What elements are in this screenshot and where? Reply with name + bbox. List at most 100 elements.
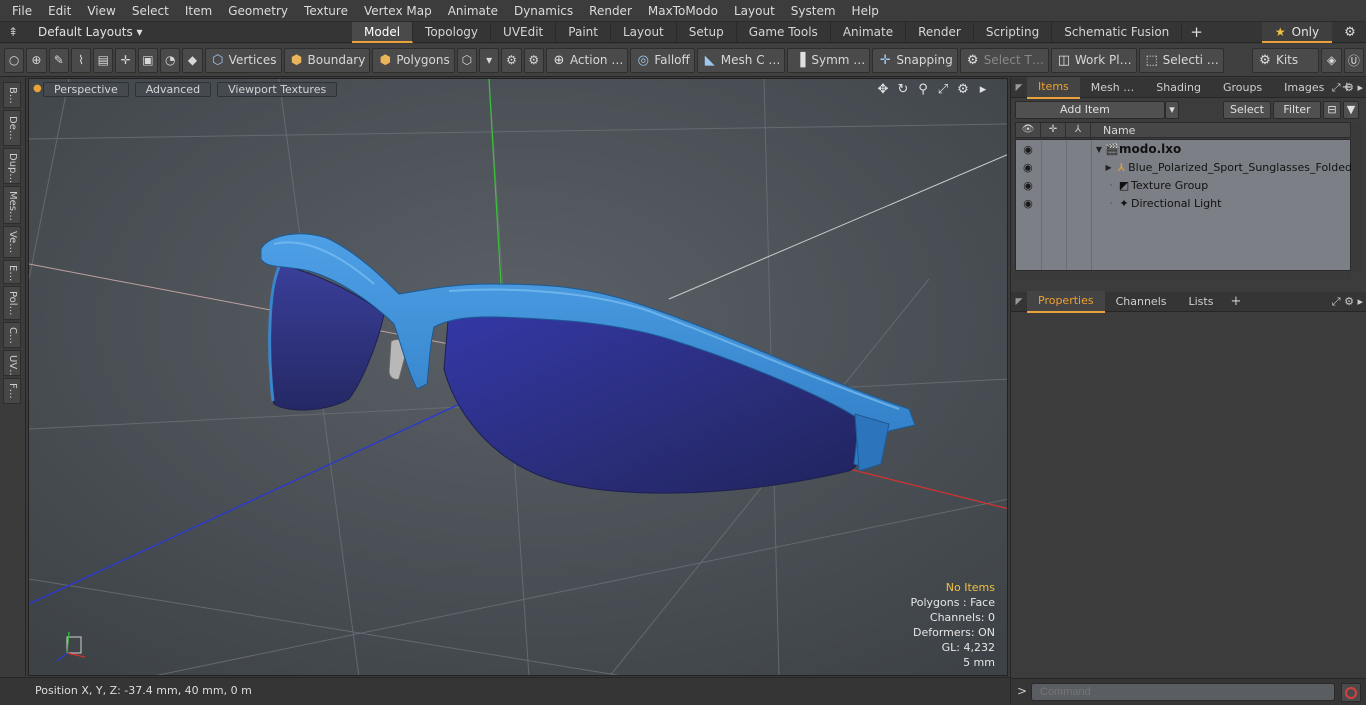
select-through-button[interactable]: ⚙ Select T… <box>959 47 1049 73</box>
center-icon[interactable]: ✛ <box>115 47 136 73</box>
tab-channels[interactable]: Channels <box>1105 292 1178 312</box>
viewport-textures-button[interactable]: Viewport Textures <box>217 82 338 97</box>
left-tab-basic[interactable]: B… <box>3 82 21 108</box>
item-mode-icon[interactable]: ◆ <box>182 47 203 73</box>
mesh-constraint-button[interactable]: ◣ Mesh C … <box>696 47 786 73</box>
tab-mesh[interactable]: Mesh … <box>1080 78 1145 98</box>
only-toggle[interactable]: ★ Only <box>1262 22 1332 43</box>
frame-icon[interactable]: ▣ <box>137 47 159 73</box>
panel-grip-icon[interactable]: ◤ <box>1011 297 1027 307</box>
left-tab-duplicate[interactable]: Dup… <box>3 148 21 184</box>
left-tab-edge[interactable]: E… <box>3 260 21 284</box>
move-view-icon[interactable]: ✥ <box>873 82 893 97</box>
menu-texture[interactable]: Texture <box>296 0 356 22</box>
left-tab-uv[interactable]: UV… <box>3 350 21 376</box>
tab-shading[interactable]: Shading <box>1145 78 1212 98</box>
menu-help[interactable]: Help <box>844 0 887 22</box>
layout-selector[interactable]: Default Layouts ▾ <box>26 25 326 39</box>
filter-button[interactable]: Filter <box>1273 101 1321 119</box>
tab-setup[interactable]: Setup <box>677 21 737 43</box>
ring-icon[interactable]: ◔ <box>160 47 181 73</box>
left-tab-mesh-edit[interactable]: Mes… <box>3 186 21 224</box>
unity-icon[interactable]: ◈ <box>1321 47 1342 73</box>
tab-paint[interactable]: Paint <box>556 21 611 43</box>
panel-grip-icon[interactable]: ◤ <box>1011 83 1027 93</box>
tab-schematic-fusion[interactable]: Schematic Fusion <box>1052 21 1183 43</box>
items-vertical-scrollbar[interactable] <box>1352 122 1362 272</box>
tab-layout[interactable]: Layout <box>611 21 677 43</box>
viewport-perspective-button[interactable]: Perspective <box>43 82 129 97</box>
menu-render[interactable]: Render <box>581 0 640 22</box>
eye-icon[interactable]: ◉ <box>1019 143 1037 156</box>
gear-icon[interactable]: ⚙ <box>1340 22 1360 43</box>
collapse-icon[interactable]: ⊟ <box>1323 101 1341 119</box>
type-column-icon[interactable]: ⅄ <box>1066 122 1091 138</box>
menu-animate[interactable]: Animate <box>440 0 506 22</box>
menu-layout[interactable]: Layout <box>726 0 783 22</box>
falloff-button[interactable]: ◎ Falloff <box>630 47 695 73</box>
add-tab-plus-icon[interactable]: + <box>1182 22 1211 43</box>
polygons-button[interactable]: ⬢ Polygons <box>372 47 455 73</box>
zoom-icon[interactable]: ⚲ <box>913 82 933 97</box>
circle-select-icon[interactable]: ○ <box>4 47 25 73</box>
menu-file[interactable]: File <box>4 0 40 22</box>
viewport-advanced-button[interactable]: Advanced <box>134 82 212 97</box>
material-mode-icon[interactable]: ⬡ <box>456 47 478 73</box>
menu-select[interactable]: Select <box>124 0 177 22</box>
list-item-scene[interactable]: ◉ ▼ 🎬 modo.lxo <box>1016 140 1352 158</box>
snapping-button[interactable]: ✛ Snapping <box>872 47 958 73</box>
left-tab-deform[interactable]: De… <box>3 110 21 146</box>
collapse-arrow-icon[interactable]: ▼ <box>1093 145 1105 154</box>
tab-animate[interactable]: Animate <box>831 21 907 43</box>
panel-arrow-icon[interactable]: ▸ <box>1357 295 1363 308</box>
add-item-dropdown-icon[interactable]: ▾ <box>1165 101 1179 119</box>
chevron-down-icon[interactable]: ▾ <box>479 47 500 73</box>
left-tab-polygon[interactable]: Pol… <box>3 286 21 320</box>
visibility-column-eye-icon[interactable]: 👁 <box>1016 122 1041 138</box>
expand-icon[interactable]: ⤢ <box>1332 295 1341 308</box>
menu-maxtomodo[interactable]: MaxToModo <box>640 0 726 22</box>
rotate-view-icon[interactable]: ↻ <box>893 82 913 97</box>
menu-item[interactable]: Item <box>177 0 220 22</box>
viewport-gear-icon[interactable]: ⚙ <box>953 82 973 97</box>
funnel-icon[interactable]: ▼ <box>1343 101 1359 119</box>
tab-topology[interactable]: Topology <box>413 21 492 43</box>
action-button[interactable]: ⊕ Action … <box>545 47 629 73</box>
work-plane-button[interactable]: ◫ Work Pl… <box>1050 47 1137 73</box>
select-button[interactable]: Select <box>1223 101 1271 119</box>
props-add-tab-plus-icon[interactable]: + <box>1224 294 1247 309</box>
tab-properties[interactable]: Properties <box>1027 290 1105 313</box>
align-icon[interactable]: ▤ <box>93 47 114 73</box>
tab-lists[interactable]: Lists <box>1178 292 1225 312</box>
left-tab-vertex[interactable]: Ve… <box>3 226 21 258</box>
selection-button[interactable]: ⬚ Selecti … <box>1138 47 1224 73</box>
expand-arrow-icon[interactable]: ▶ <box>1103 163 1115 172</box>
symmetry-button[interactable]: ▐ Symm … <box>787 47 871 73</box>
tab-scripting[interactable]: Scripting <box>974 21 1053 43</box>
record-macro-button[interactable] <box>1341 683 1361 702</box>
add-item-button[interactable]: Add Item <box>1015 101 1165 119</box>
list-item-texture-group[interactable]: ◉ · ◩ Texture Group <box>1016 176 1352 194</box>
lock-column-icon[interactable]: ✛ <box>1041 122 1066 138</box>
menu-view[interactable]: View <box>79 0 123 22</box>
tab-model[interactable]: Model <box>352 21 414 43</box>
eye-icon[interactable]: ◉ <box>1019 161 1037 174</box>
3d-viewport[interactable]: ● Perspective Advanced Viewport Textures… <box>28 78 1008 676</box>
pivot-icon[interactable]: ⚙ <box>523 47 544 73</box>
unreal-icon[interactable]: Ⓤ <box>1343 47 1365 73</box>
name-column-header[interactable]: Name <box>1091 124 1135 137</box>
menu-dynamics[interactable]: Dynamics <box>506 0 581 22</box>
panel-arrow-icon[interactable]: ▸ <box>1357 81 1363 94</box>
tab-items[interactable]: Items <box>1027 76 1080 99</box>
left-tab-curve[interactable]: C… <box>3 322 21 348</box>
layout-menu-icon[interactable]: ⇞ <box>0 25 26 39</box>
list-item-mesh[interactable]: ◉ ▶ ⅄ Blue_Polarized_Sport_Sunglasses_Fo… <box>1016 158 1352 176</box>
tab-render[interactable]: Render <box>906 21 974 43</box>
action-center-icon[interactable]: ⚙ <box>501 47 522 73</box>
eye-icon[interactable]: ◉ <box>1019 179 1037 192</box>
list-item-directional-light[interactable]: ◉ · ✦ Directional Light <box>1016 194 1352 212</box>
boundary-button[interactable]: ⬢ Boundary <box>283 47 371 73</box>
left-tab-fusion[interactable]: F… <box>3 378 21 404</box>
items-horizontal-scrollbar[interactable] <box>1015 272 1351 280</box>
tab-groups[interactable]: Groups <box>1212 78 1273 98</box>
